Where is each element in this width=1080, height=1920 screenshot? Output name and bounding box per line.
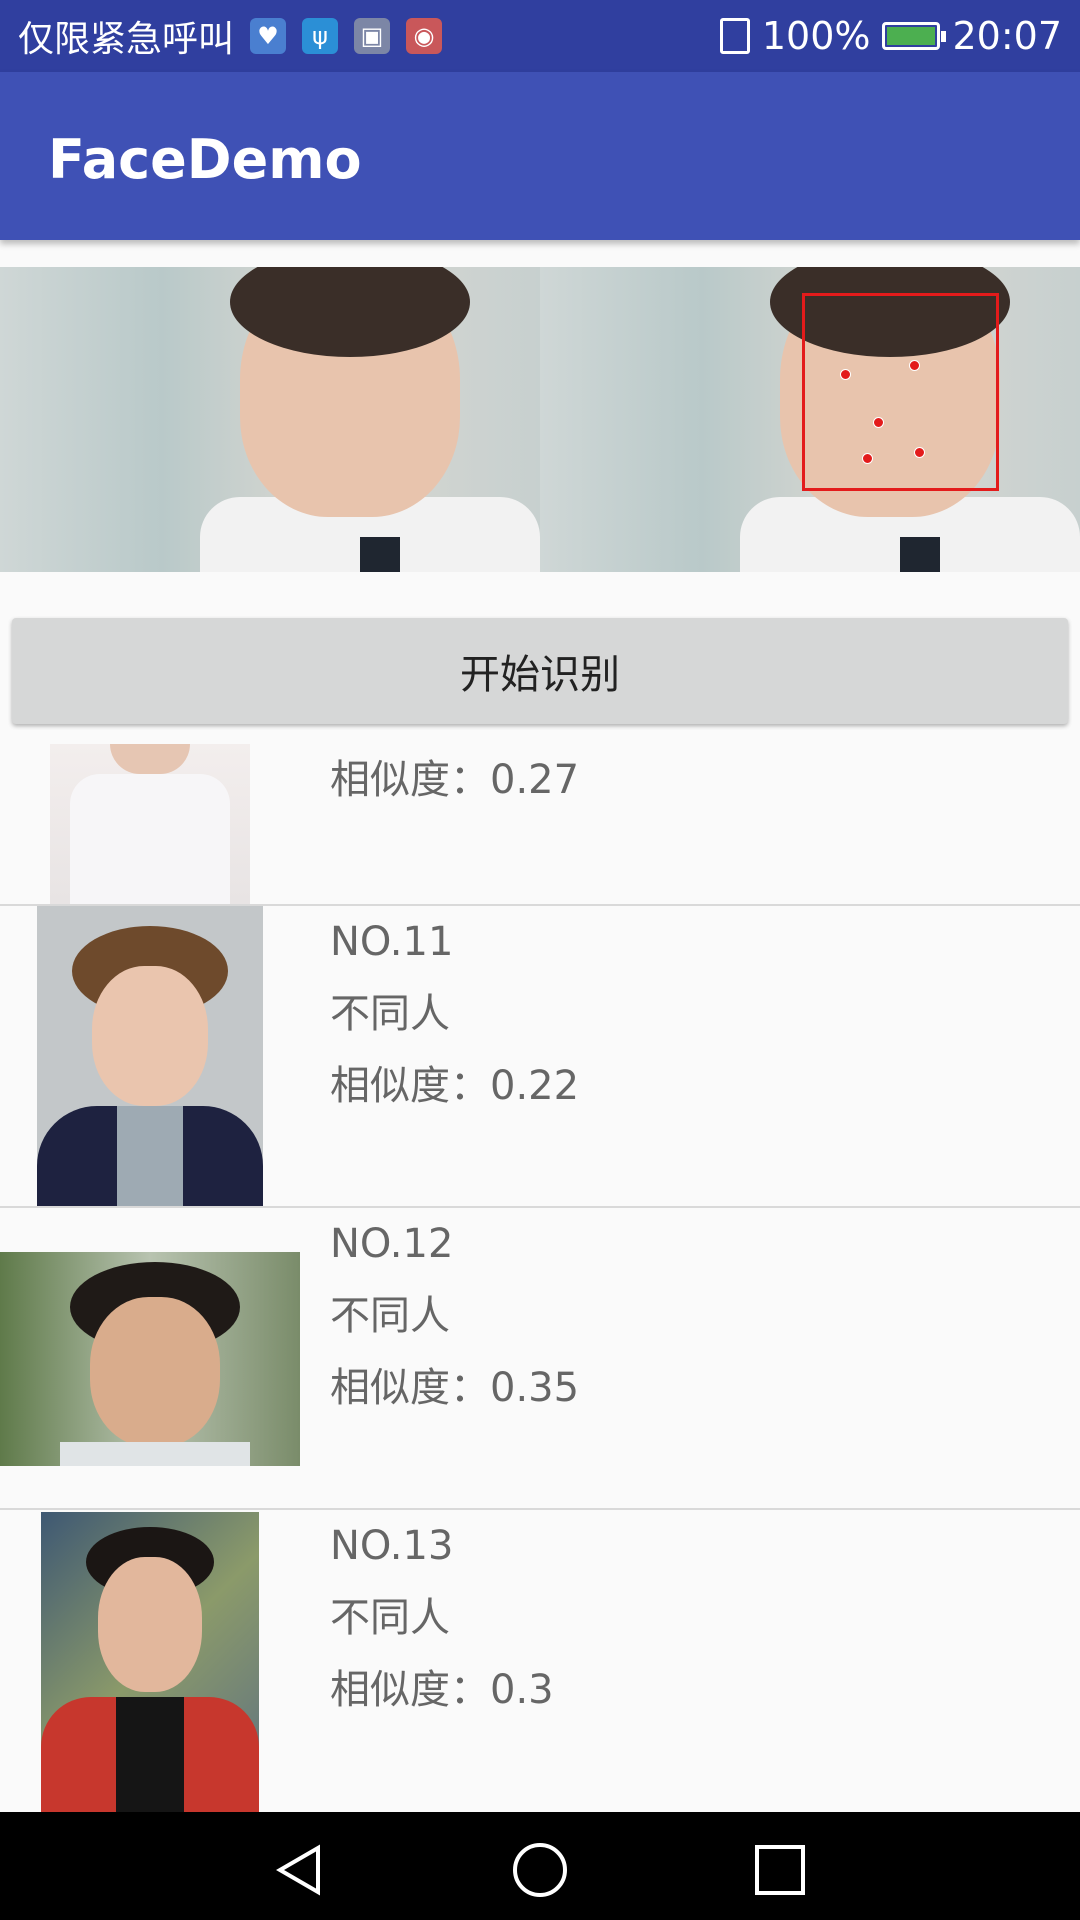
result-thumbnail xyxy=(37,906,263,1206)
landmark-nose xyxy=(873,417,884,428)
result-info: 相似度：0.27 xyxy=(330,744,579,816)
landmark-mouth-right xyxy=(914,447,925,458)
result-verdict: 不同人 xyxy=(330,1595,450,1641)
result-number: NO.11 xyxy=(330,919,454,965)
list-item[interactable]: NO.11 不同人 相似度：0.22 xyxy=(0,906,1080,1208)
list-item[interactable]: 相似度：0.27 xyxy=(0,730,1080,906)
battery-fill xyxy=(887,27,936,45)
list-item[interactable]: NO.13 不同人 相似度：0.3 xyxy=(0,1510,1080,1812)
status-bar: 仅限紧急呼叫 ♥ ψ ▣ ◉ 100% 20:07 xyxy=(0,0,1080,72)
result-info: NO.11 不同人 相似度：0.22 xyxy=(330,906,579,1122)
result-thumbnail xyxy=(50,744,250,904)
carrier-text: 仅限紧急呼叫 xyxy=(18,19,235,60)
clock: 20:07 xyxy=(952,14,1062,58)
result-number: NO.13 xyxy=(330,1523,454,1569)
source-photo xyxy=(0,267,540,572)
status-right: 100% 20:07 xyxy=(719,0,1062,72)
result-verdict: 不同人 xyxy=(330,1293,450,1339)
similarity-text: 相似度：0.3 xyxy=(330,1667,554,1713)
similarity-text: 相似度：0.27 xyxy=(330,757,580,803)
start-recognition-button[interactable]: 开始识别 xyxy=(12,618,1068,724)
similarity-text: 相似度：0.22 xyxy=(330,1063,580,1109)
recents-icon[interactable] xyxy=(752,1842,808,1898)
list-item[interactable]: NO.12 不同人 相似度：0.35 xyxy=(0,1208,1080,1510)
usb-icon: ψ xyxy=(302,18,339,54)
screen-record-icon: ◉ xyxy=(406,18,443,54)
face-detection-box xyxy=(802,293,999,491)
gallery-icon: ▣ xyxy=(354,18,391,54)
navigation-bar xyxy=(0,1812,1080,1920)
result-thumbnail xyxy=(0,1252,300,1466)
landmark-right-eye xyxy=(909,360,920,371)
landmark-mouth-left xyxy=(862,453,873,464)
result-thumbnail xyxy=(41,1512,259,1812)
result-number: NO.12 xyxy=(330,1221,454,1267)
similarity-text: 相似度：0.35 xyxy=(330,1365,580,1411)
health-icon: ♥ xyxy=(250,18,287,54)
battery-icon xyxy=(882,22,947,50)
back-icon[interactable] xyxy=(272,1842,328,1898)
home-icon[interactable] xyxy=(512,1842,568,1898)
sim-icon xyxy=(719,18,750,54)
app-title: FaceDemo xyxy=(48,128,362,191)
result-verdict: 不同人 xyxy=(330,991,450,1037)
result-info: NO.12 不同人 相似度：0.35 xyxy=(330,1208,579,1424)
status-left: 仅限紧急呼叫 ♥ ψ ▣ ◉ xyxy=(18,0,443,72)
app-bar: FaceDemo xyxy=(0,72,1080,240)
battery-percent: 100% xyxy=(761,14,871,58)
result-info: NO.13 不同人 相似度：0.3 xyxy=(330,1510,554,1726)
landmark-left-eye xyxy=(840,369,851,380)
